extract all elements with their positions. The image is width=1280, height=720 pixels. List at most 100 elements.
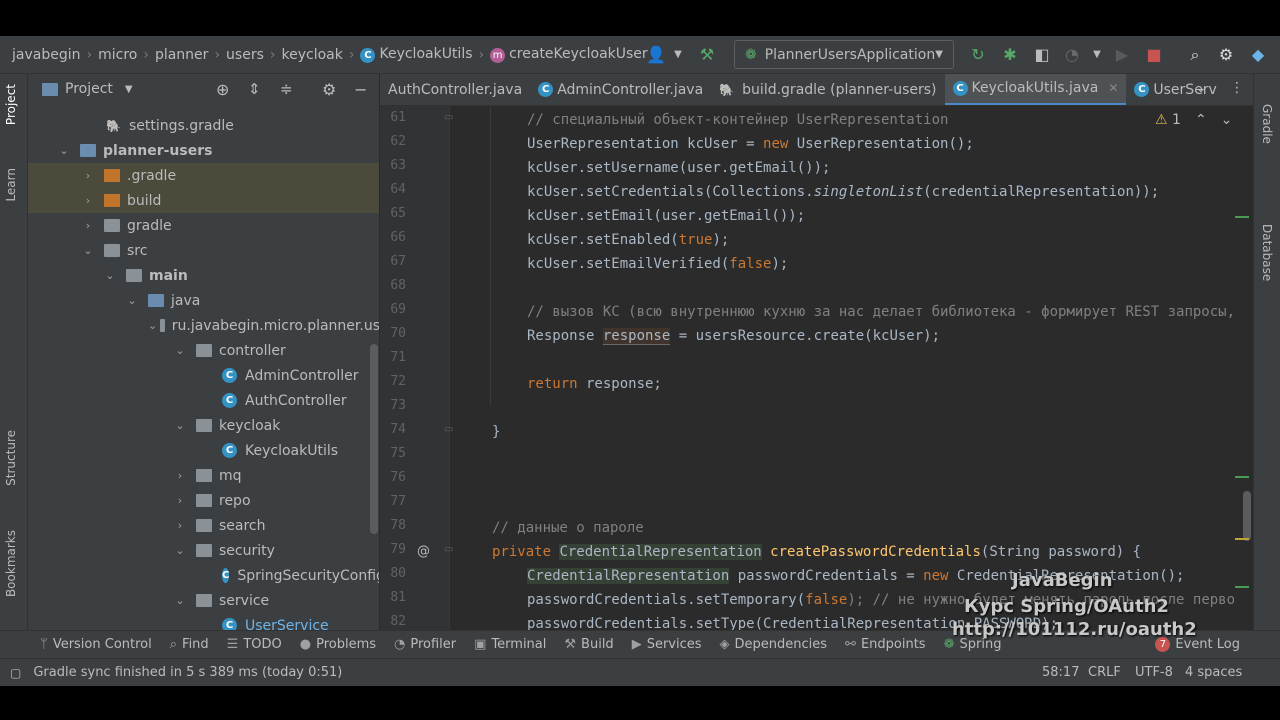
chevron-down-icon[interactable]: ▼ <box>1087 45 1107 65</box>
file-encoding[interactable]: UTF-8 <box>1135 665 1173 680</box>
layout-icon[interactable]: ▢ <box>10 666 21 680</box>
version-control-tab[interactable]: ᛘ Version Control <box>0 637 161 652</box>
find-tab[interactable]: ⌕ Find <box>161 637 218 652</box>
chevron-down-icon[interactable]: ⌄ <box>124 294 140 307</box>
chevron-down-icon[interactable]: ⌄ <box>172 344 188 357</box>
locate-icon[interactable]: ⊕ <box>216 80 229 99</box>
run-icon[interactable]: ▶ <box>1112 45 1132 65</box>
chevron-right-icon[interactable]: › <box>172 494 188 507</box>
build-tab[interactable]: ⚒ Build <box>555 637 622 652</box>
chevron-down-icon[interactable]: ▼ <box>125 84 133 95</box>
chevron-down-icon[interactable]: ⌄ <box>172 419 188 432</box>
hammer-icon[interactable]: ⚒ <box>697 45 717 65</box>
line-separator[interactable]: CRLF <box>1088 665 1121 680</box>
profile-icon[interactable]: ◔ <box>1062 45 1082 65</box>
terminal-tab[interactable]: ▣ Terminal <box>465 637 555 652</box>
breadcrumb-item[interactable]: planner <box>149 47 214 63</box>
more-icon[interactable]: ⋮ <box>1230 80 1244 96</box>
breadcrumb-item[interactable]: m createKeycloakUser <box>484 46 654 63</box>
close-icon[interactable]: ✕ <box>1108 81 1118 95</box>
tree-item-admincontroller[interactable]: C AdminController <box>28 363 379 388</box>
breadcrumb-item[interactable]: javabegin <box>6 47 86 63</box>
expand-all-icon[interactable]: ⇕ <box>248 80 261 98</box>
chevron-right-icon[interactable]: › <box>80 194 96 207</box>
breadcrumb-item[interactable]: keycloak <box>276 47 349 63</box>
chevron-right-icon[interactable]: › <box>172 519 188 532</box>
profiler-tab[interactable]: ◔ Profiler <box>385 637 465 652</box>
caret-position[interactable]: 58:17 <box>1042 665 1079 680</box>
structure-tool-tab[interactable]: Structure <box>4 430 18 486</box>
chevron-down-icon[interactable]: ⌄ <box>80 244 96 257</box>
tree-item-authcontroller[interactable]: C AuthController <box>28 388 379 413</box>
problems-tab[interactable]: ● Problems <box>291 637 385 652</box>
chevron-right-icon[interactable]: › <box>80 169 96 182</box>
project-tool-tab[interactable]: Project <box>4 84 18 125</box>
tab-build-gradle[interactable]: 🐘 build.gradle (planner-users) <box>711 74 944 105</box>
chevron-down-icon[interactable]: ⌄ <box>172 594 188 607</box>
tree-item-security[interactable]: ⌄ security <box>28 538 379 563</box>
coverage-icon[interactable]: ◧ <box>1032 45 1052 65</box>
database-tool-tab[interactable]: Database <box>1260 224 1274 281</box>
services-tab[interactable]: ▶ Services <box>623 637 711 652</box>
endpoints-tab[interactable]: ⚯ Endpoints <box>836 637 935 652</box>
tree-item-userservice[interactable]: C UserService <box>28 613 379 630</box>
inspection-widget[interactable]: ⚠ 1 ⌃ ⌄ <box>1155 112 1232 128</box>
editor-scrollbar[interactable] <box>1243 491 1251 541</box>
minimize-icon[interactable]: − <box>354 80 367 99</box>
project-panel-title[interactable]: Project <box>65 81 113 97</box>
breadcrumb-item[interactable]: users <box>220 47 270 63</box>
chevron-down-icon[interactable]: ⌄ <box>172 544 188 557</box>
plugin-icon[interactable]: ◆ <box>1248 45 1268 65</box>
tree-item-search[interactable]: › search <box>28 513 379 538</box>
tab-authcontroller[interactable]: AuthController.java <box>380 74 530 105</box>
tab-admincontroller[interactable]: C AdminController.java <box>530 74 711 105</box>
tree-item-planner-users[interactable]: ⌄ planner-users <box>28 138 379 163</box>
gradle-tool-tab[interactable]: Gradle <box>1260 104 1274 144</box>
tree-item-main[interactable]: ⌄ main <box>28 263 379 288</box>
breadcrumb-item[interactable]: C KeycloakUtils <box>354 46 478 63</box>
code-editor[interactable]: // специальный объект-контейнер UserRepr… <box>450 106 1253 630</box>
rerun-icon[interactable]: ↻ <box>968 45 988 65</box>
bookmarks-tool-tab[interactable]: Bookmarks <box>4 530 18 597</box>
gear-icon[interactable]: ⚙ <box>322 80 336 99</box>
chevron-down-icon[interactable]: ⌄ <box>1221 112 1233 128</box>
chevron-right-icon[interactable]: › <box>80 219 96 232</box>
indent-setting[interactable]: 4 spaces <box>1185 665 1242 680</box>
breadcrumb-item[interactable]: micro <box>92 47 143 63</box>
stop-icon[interactable]: ■ <box>1144 45 1164 65</box>
tree-item-gradle-dir[interactable]: › .gradle <box>28 163 379 188</box>
learn-tool-tab[interactable]: Learn <box>4 168 18 202</box>
todo-tab[interactable]: ☰ TODO <box>218 637 291 652</box>
chevron-down-icon[interactable]: ▼ <box>668 45 688 65</box>
tree-item-src[interactable]: ⌄ src <box>28 238 379 263</box>
gear-icon[interactable]: ⚙ <box>1216 45 1236 65</box>
override-marker-icon[interactable]: @ <box>417 544 430 559</box>
tree-item-gradle[interactable]: › gradle <box>28 213 379 238</box>
tree-item-keycloakutils[interactable]: C KeycloakUtils <box>28 438 379 463</box>
chevron-down-icon[interactable]: ⌄ <box>56 144 72 157</box>
tree-item-controller[interactable]: ⌄ controller <box>28 338 379 363</box>
chevron-right-icon[interactable]: › <box>172 469 188 482</box>
run-configuration-select[interactable]: ❁ PlannerUsersApplication ▼ <box>734 40 954 69</box>
chevron-down-icon[interactable]: ⌄ <box>102 269 118 282</box>
tree-item-repo[interactable]: › repo <box>28 488 379 513</box>
search-icon[interactable]: ⌕ <box>1185 45 1205 65</box>
tree-item-keycloak[interactable]: ⌄ keycloak <box>28 413 379 438</box>
collapse-all-icon[interactable]: ≑ <box>280 80 293 98</box>
tab-userservice[interactable]: C UserServ <box>1126 74 1224 105</box>
tree-item-springsecurityconfig[interactable]: C SpringSecurityConfig <box>28 563 379 588</box>
dependencies-tab[interactable]: ◈ Dependencies <box>711 637 837 652</box>
tree-item-java[interactable]: ⌄ java <box>28 288 379 313</box>
tree-item-build[interactable]: › build <box>28 188 379 213</box>
project-scrollbar[interactable] <box>370 344 378 534</box>
chevron-down-icon[interactable]: ⌄ <box>148 319 157 332</box>
tree-item-root-package[interactable]: ⌄ ru.javabegin.micro.planner.us <box>28 313 379 338</box>
debug-icon[interactable]: ✱ <box>1000 45 1020 65</box>
tab-keycloakutils[interactable]: C KeycloakUtils.java ✕ <box>944 74 1127 105</box>
tree-item-service[interactable]: ⌄ service <box>28 588 379 613</box>
status-message[interactable]: Gradle sync finished in 5 s 389 ms (toda… <box>33 665 342 680</box>
user-icon[interactable]: 👤 <box>646 45 666 65</box>
tree-item-settings-gradle[interactable]: 🐘 settings.gradle <box>28 113 379 138</box>
chevron-up-icon[interactable]: ⌃ <box>1195 112 1207 128</box>
chevron-down-icon[interactable]: ⌄ <box>1195 80 1207 96</box>
